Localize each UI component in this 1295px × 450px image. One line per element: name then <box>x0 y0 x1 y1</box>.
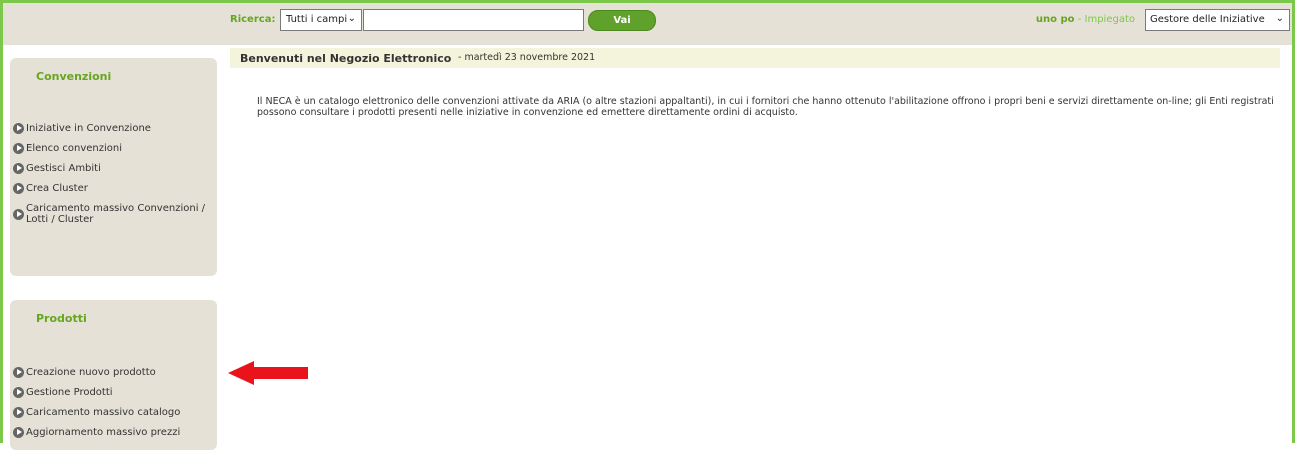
search-submit-button[interactable]: Vai <box>588 10 656 31</box>
profile-select[interactable]: Gestore delle Iniziative ⌄ <box>1145 9 1290 31</box>
menu-item-label: Creazione nuovo prodotto <box>26 367 156 378</box>
menu-item-caricamento-massivo-catalogo[interactable]: Caricamento massivo catalogo <box>13 407 213 418</box>
play-circle-icon <box>13 407 24 418</box>
prodotti-panel: Prodotti Creazione nuovo prodotto Gestio… <box>10 300 217 450</box>
welcome-bar: Benvenuti nel Negozio Elettronico - mart… <box>230 48 1280 68</box>
user-name: uno po <box>1035 14 1075 25</box>
chevron-down-icon: ⌄ <box>1275 13 1284 24</box>
menu-item-label: Crea Cluster <box>26 183 88 194</box>
intro-text: Il NECA è un catalogo elettronico delle … <box>257 96 1274 118</box>
menu-item-gestisci-ambiti[interactable]: Gestisci Ambiti <box>13 163 213 174</box>
play-circle-icon <box>13 183 24 194</box>
menu-item-caricamento-massivo-convenzioni[interactable]: Caricamento massivo Convenzioni / Lotti … <box>13 203 213 225</box>
search-scope-select[interactable]: Tutti i campi ⌄ <box>280 9 362 31</box>
menu-item-label: Caricamento massivo Convenzioni / Lotti … <box>26 203 206 225</box>
menu-item-label: Elenco convenzioni <box>26 143 123 154</box>
menu-item-crea-cluster[interactable]: Crea Cluster <box>13 183 213 194</box>
chevron-down-icon: ⌄ <box>347 13 356 24</box>
play-circle-icon <box>13 163 24 174</box>
welcome-date: - martedì 23 novembre 2021 <box>458 52 596 63</box>
menu-item-elenco-convenzioni[interactable]: Elenco convenzioni <box>13 143 213 154</box>
red-arrow-icon <box>228 361 308 385</box>
prodotti-title: Prodotti <box>36 312 87 325</box>
search-input[interactable] <box>363 9 584 31</box>
convenzioni-panel: Convenzioni Iniziative in Convenzione El… <box>10 58 217 276</box>
search-scope-value: Tutti i campi <box>286 14 348 25</box>
menu-item-aggiornamento-massivo-prezzi[interactable]: Aggiornamento massivo prezzi <box>13 427 213 438</box>
play-circle-icon <box>13 143 24 154</box>
user-role: Impiegato <box>1084 14 1135 25</box>
menu-item-label: Caricamento massivo catalogo <box>26 407 181 418</box>
user-separator: - <box>1074 14 1085 25</box>
menu-item-iniziative-in-convenzione[interactable]: Iniziative in Convenzione <box>13 123 213 134</box>
menu-item-label: Aggiornamento massivo prezzi <box>26 427 181 438</box>
play-circle-icon <box>13 387 24 398</box>
menu-item-gestione-prodotti[interactable]: Gestione Prodotti <box>13 387 213 398</box>
welcome-title: Benvenuti nel Negozio Elettronico <box>240 52 452 65</box>
play-circle-icon <box>13 209 24 220</box>
play-circle-icon <box>13 367 24 378</box>
menu-item-label: Gestisci Ambiti <box>26 163 101 174</box>
play-circle-icon <box>13 123 24 134</box>
menu-item-creazione-nuovo-prodotto[interactable]: Creazione nuovo prodotto <box>13 367 213 378</box>
menu-item-label: Gestione Prodotti <box>26 387 113 398</box>
profile-select-value: Gestore delle Iniziative <box>1150 14 1265 25</box>
play-circle-icon <box>13 427 24 438</box>
search-label: Ricerca: <box>230 14 276 25</box>
menu-item-label: Iniziative in Convenzione <box>26 123 151 134</box>
user-info: uno po - Impiegato <box>1036 14 1135 25</box>
convenzioni-title: Convenzioni <box>36 70 112 83</box>
